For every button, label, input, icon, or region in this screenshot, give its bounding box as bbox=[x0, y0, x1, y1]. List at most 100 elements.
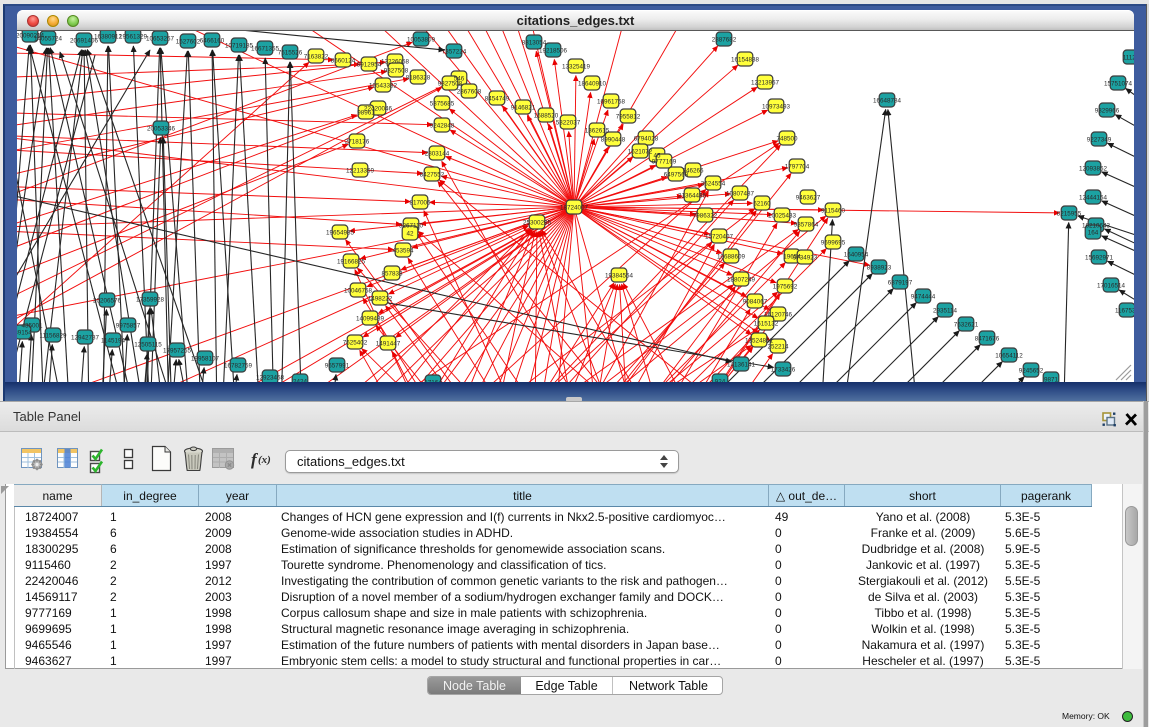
svg-text:9657991: 9657991 bbox=[325, 363, 350, 370]
svg-text:1975692: 1975692 bbox=[773, 284, 798, 291]
svg-text:8990448: 8990448 bbox=[601, 137, 626, 144]
svg-text:8912954: 8912954 bbox=[357, 62, 382, 69]
svg-text:8471676: 8471676 bbox=[975, 336, 1000, 343]
svg-text:2424: 2424 bbox=[293, 379, 308, 383]
svg-text:16120746: 16120746 bbox=[764, 312, 793, 319]
svg-text:10653267: 10653267 bbox=[146, 36, 175, 43]
svg-text:10973493: 10973493 bbox=[762, 104, 791, 111]
svg-text:817006: 817006 bbox=[409, 200, 431, 207]
svg-text:7986322: 7986322 bbox=[693, 213, 718, 220]
svg-text:16210643: 16210643 bbox=[1082, 223, 1111, 230]
svg-text:8454749: 8454749 bbox=[485, 96, 510, 103]
svg-text:2718176: 2718176 bbox=[345, 139, 370, 146]
svg-text:252214: 252214 bbox=[767, 344, 789, 351]
svg-text:7357224: 7357224 bbox=[442, 49, 467, 56]
svg-text:12093852: 12093852 bbox=[1079, 166, 1108, 173]
svg-text:746266: 746266 bbox=[682, 168, 704, 175]
svg-text:10046758: 10046758 bbox=[344, 288, 373, 295]
svg-text:21364436: 21364436 bbox=[678, 193, 707, 200]
svg-text:8186328: 8186328 bbox=[406, 75, 431, 82]
svg-text:42: 42 bbox=[406, 231, 414, 238]
svg-text:20206576: 20206576 bbox=[93, 298, 122, 305]
svg-text:15692971: 15692971 bbox=[1085, 255, 1114, 262]
svg-text:17164: 17164 bbox=[424, 380, 442, 383]
svg-text:2887682: 2887682 bbox=[712, 37, 737, 44]
svg-text:8215955: 8215955 bbox=[1057, 211, 1082, 218]
svg-text:1362615: 1362615 bbox=[585, 128, 610, 135]
svg-text:9327508: 9327508 bbox=[384, 68, 409, 75]
svg-text:12505115: 12505115 bbox=[134, 342, 162, 349]
svg-text:18807249: 18807249 bbox=[727, 277, 756, 284]
svg-text:11156829: 11156829 bbox=[39, 333, 67, 340]
svg-text:453594: 453594 bbox=[392, 248, 414, 255]
svg-text:16961758: 16961758 bbox=[597, 99, 626, 106]
svg-text:9357864: 9357864 bbox=[794, 222, 819, 229]
svg-text:16154838: 16154838 bbox=[731, 57, 760, 64]
svg-text:1621072: 1621072 bbox=[628, 149, 653, 156]
svg-text:19384554: 19384554 bbox=[605, 273, 634, 280]
svg-text:1527602: 1527602 bbox=[176, 39, 201, 46]
svg-text:7955812: 7955812 bbox=[616, 114, 641, 121]
svg-text:9227349: 9227349 bbox=[1087, 137, 1112, 144]
svg-text:9699695: 9699695 bbox=[821, 240, 846, 247]
svg-text:1498222: 1498222 bbox=[368, 296, 393, 303]
svg-text:1640954: 1640954 bbox=[844, 252, 869, 259]
svg-text:10719185: 10719185 bbox=[225, 43, 254, 50]
svg-text:2867608: 2867608 bbox=[457, 89, 482, 96]
svg-text:1491447: 1491447 bbox=[376, 341, 401, 348]
svg-text:435001: 435001 bbox=[21, 323, 43, 330]
svg-text:3267110: 3267110 bbox=[399, 223, 424, 230]
svg-text:11126: 11126 bbox=[1123, 55, 1134, 62]
svg-text:25300295: 25300295 bbox=[523, 220, 552, 227]
svg-text:9463627: 9463627 bbox=[796, 195, 821, 202]
svg-text:8660124: 8660124 bbox=[331, 58, 356, 65]
svg-text:10807487: 10807487 bbox=[726, 191, 755, 198]
svg-text:12213369: 12213369 bbox=[346, 168, 375, 175]
svg-text:748500: 748500 bbox=[776, 136, 798, 143]
svg-text:62160: 62160 bbox=[753, 201, 771, 208]
svg-text:857833: 857833 bbox=[381, 271, 403, 278]
svg-text:2803144: 2803144 bbox=[425, 151, 450, 158]
svg-text:9329966: 9329966 bbox=[1095, 108, 1120, 115]
svg-text:15751074: 15751074 bbox=[1104, 81, 1133, 88]
svg-text:2935114: 2935114 bbox=[933, 308, 958, 315]
svg-text:12923468: 12923468 bbox=[256, 375, 285, 382]
svg-text:19561329: 19561329 bbox=[119, 34, 148, 41]
svg-text:17359928: 17359928 bbox=[136, 297, 165, 304]
svg-text:1588520: 1588520 bbox=[534, 113, 559, 120]
svg-text:9975857: 9975857 bbox=[116, 323, 141, 330]
svg-text:14099489: 14099489 bbox=[356, 316, 385, 323]
svg-text:7625402: 7625402 bbox=[343, 340, 368, 347]
svg-text:1733426: 1733426 bbox=[771, 367, 796, 374]
svg-text:10025433: 10025433 bbox=[768, 213, 797, 220]
svg-text:10053809: 10053809 bbox=[407, 37, 436, 44]
svg-text:9734923: 9734923 bbox=[793, 255, 818, 262]
svg-text:12213967: 12213967 bbox=[751, 80, 780, 87]
svg-text:19958107: 19958107 bbox=[191, 356, 220, 363]
svg-text:12444154: 12444154 bbox=[1079, 195, 1108, 202]
svg-text:39154: 39154 bbox=[17, 330, 32, 337]
svg-text:18640910: 18640910 bbox=[578, 81, 607, 88]
svg-text:15720407: 15720407 bbox=[705, 234, 734, 241]
svg-text:18724007: 18724007 bbox=[560, 205, 589, 212]
svg-text:9871: 9871 bbox=[1044, 377, 1059, 383]
svg-text:8813054: 8813054 bbox=[522, 40, 547, 47]
svg-text:19166825: 19166825 bbox=[337, 259, 366, 266]
svg-text:(x): (x) bbox=[258, 454, 271, 466]
svg-text:9084067: 9084067 bbox=[743, 299, 768, 306]
svg-text:10543382: 10543382 bbox=[369, 83, 398, 90]
svg-text:3624554: 3624554 bbox=[701, 181, 726, 188]
svg-text:6466160: 6466160 bbox=[200, 38, 225, 45]
svg-text:17016514: 17016514 bbox=[1097, 283, 1126, 290]
svg-text:6879197: 6879197 bbox=[888, 280, 913, 287]
svg-text:1615132: 1615132 bbox=[754, 321, 779, 328]
svg-text:7515526: 7515526 bbox=[278, 50, 303, 57]
svg-text:9245652: 9245652 bbox=[1019, 368, 1044, 375]
svg-text:10654112: 10654112 bbox=[995, 353, 1023, 360]
svg-text:20053346: 20053346 bbox=[147, 126, 176, 133]
svg-text:13325419: 13325419 bbox=[562, 64, 591, 71]
svg-text:13226058: 13226058 bbox=[381, 59, 410, 66]
svg-text:5322037: 5322037 bbox=[556, 120, 581, 127]
svg-text:17957255: 17957255 bbox=[163, 348, 192, 355]
svg-text:5875685: 5875685 bbox=[430, 101, 455, 108]
